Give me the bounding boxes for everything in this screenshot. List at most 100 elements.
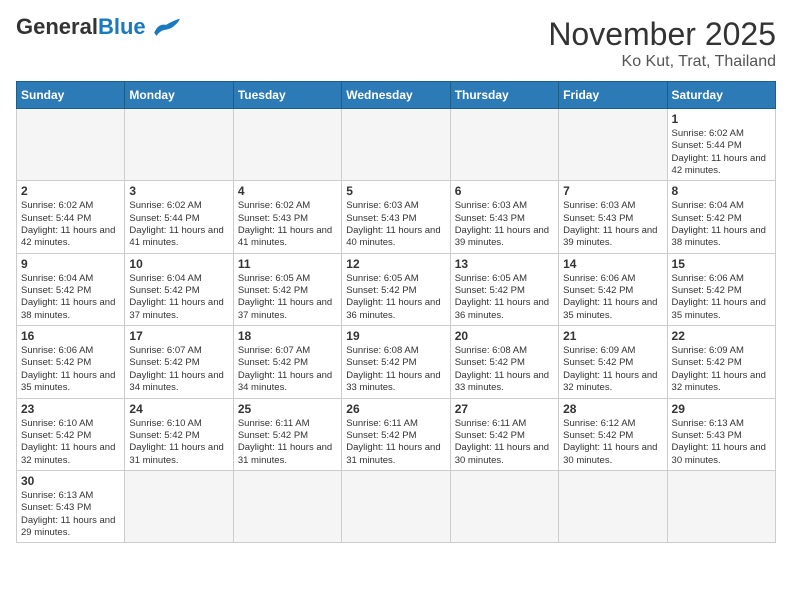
day-number: 5 bbox=[346, 184, 445, 198]
day-number: 24 bbox=[129, 402, 228, 416]
calendar-day-cell: 2 Sunrise: 6:02 AMSunset: 5:44 PMDaylight… bbox=[17, 181, 125, 253]
calendar-day-cell: 21 Sunrise: 6:09 AMSunset: 5:42 PMDayligh… bbox=[559, 326, 667, 398]
day-info: Sunrise: 6:06 AMSunset: 5:42 PMDaylight:… bbox=[563, 273, 662, 322]
day-info: Sunrise: 6:11 AMSunset: 5:42 PMDaylight:… bbox=[346, 418, 445, 467]
calendar-day-cell: 10Sunrise: 6:04 AMSunset: 5:42 PMDayligh… bbox=[125, 253, 233, 325]
day-number: 6 bbox=[455, 184, 554, 198]
calendar-day-cell: 14 Sunrise: 6:06 AMSunset: 5:42 PMDayligh… bbox=[559, 253, 667, 325]
calendar-week-row: 1Sunrise: 6:02 AMSunset: 5:44 PMDaylight… bbox=[17, 109, 776, 181]
day-info: Sunrise: 6:08 AMSunset: 5:42 PMDaylight:… bbox=[346, 345, 445, 394]
calendar-day-cell bbox=[450, 109, 558, 181]
calendar-header-thursday: Thursday bbox=[450, 82, 558, 109]
calendar-day-cell: 17Sunrise: 6:07 AMSunset: 5:42 PMDayligh… bbox=[125, 326, 233, 398]
calendar-day-cell: 18 Sunrise: 6:07 AMSunset: 5:42 PMDayligh… bbox=[233, 326, 341, 398]
day-number: 8 bbox=[672, 184, 771, 198]
day-number: 17 bbox=[129, 329, 228, 343]
title-section: November 2025 Ko Kut, Trat, Thailand bbox=[548, 16, 776, 71]
day-number: 26 bbox=[346, 402, 445, 416]
day-info: Sunrise: 6:04 AMSunset: 5:42 PMDaylight:… bbox=[129, 273, 228, 322]
day-info: Sunrise: 6:04 AMSunset: 5:42 PMDaylight:… bbox=[672, 200, 771, 249]
day-number: 30 bbox=[21, 474, 120, 488]
day-number: 2 bbox=[21, 184, 120, 198]
calendar-header-monday: Monday bbox=[125, 82, 233, 109]
calendar-day-cell: 7 Sunrise: 6:03 AMSunset: 5:43 PMDaylight… bbox=[559, 181, 667, 253]
day-info: Sunrise: 6:12 AMSunset: 5:42 PMDaylight:… bbox=[563, 418, 662, 467]
calendar-day-cell: 19 Sunrise: 6:08 AMSunset: 5:42 PMDayligh… bbox=[342, 326, 450, 398]
day-info: Sunrise: 6:03 AMSunset: 5:43 PMDaylight:… bbox=[563, 200, 662, 249]
calendar-table: SundayMondayTuesdayWednesdayThursdayFrid… bbox=[16, 81, 776, 543]
calendar-day-cell: 24 Sunrise: 6:10 AMSunset: 5:42 PMDayligh… bbox=[125, 398, 233, 470]
calendar-day-cell: 23 Sunrise: 6:10 AMSunset: 5:42 PMDayligh… bbox=[17, 398, 125, 470]
calendar-header-tuesday: Tuesday bbox=[233, 82, 341, 109]
calendar-day-cell: 16Sunrise: 6:06 AMSunset: 5:42 PMDayligh… bbox=[17, 326, 125, 398]
day-number: 16 bbox=[21, 329, 120, 343]
month-title: November 2025 bbox=[548, 16, 776, 53]
day-number: 12 bbox=[346, 257, 445, 271]
calendar-day-cell: 13 Sunrise: 6:05 AMSunset: 5:42 PMDayligh… bbox=[450, 253, 558, 325]
day-info: Sunrise: 6:11 AMSunset: 5:42 PMDaylight:… bbox=[455, 418, 554, 467]
day-number: 9 bbox=[21, 257, 120, 271]
calendar-day-cell bbox=[17, 109, 125, 181]
day-info: Sunrise: 6:08 AMSunset: 5:42 PMDaylight:… bbox=[455, 345, 554, 394]
day-number: 3 bbox=[129, 184, 228, 198]
day-number: 7 bbox=[563, 184, 662, 198]
calendar-day-cell bbox=[233, 109, 341, 181]
day-number: 4 bbox=[238, 184, 337, 198]
day-number: 23 bbox=[21, 402, 120, 416]
day-number: 27 bbox=[455, 402, 554, 416]
calendar-day-cell: 22 Sunrise: 6:09 AMSunset: 5:42 PMDayligh… bbox=[667, 326, 775, 398]
location: Ko Kut, Trat, Thailand bbox=[548, 53, 776, 71]
calendar-day-cell: 15 Sunrise: 6:06 AMSunset: 5:42 PMDayligh… bbox=[667, 253, 775, 325]
day-info: Sunrise: 6:02 AMSunset: 5:44 PMDaylight:… bbox=[672, 128, 771, 177]
calendar-header-wednesday: Wednesday bbox=[342, 82, 450, 109]
logo-general: General bbox=[16, 14, 98, 39]
calendar-week-row: 23 Sunrise: 6:10 AMSunset: 5:42 PMDayligh… bbox=[17, 398, 776, 470]
calendar-week-row: 9 Sunrise: 6:04 AMSunset: 5:42 PMDaylight… bbox=[17, 253, 776, 325]
calendar-day-cell: 4Sunrise: 6:02 AMSunset: 5:43 PMDaylight… bbox=[233, 181, 341, 253]
day-info: Sunrise: 6:03 AMSunset: 5:43 PMDaylight:… bbox=[346, 200, 445, 249]
calendar-day-cell: 9 Sunrise: 6:04 AMSunset: 5:42 PMDaylight… bbox=[17, 253, 125, 325]
day-number: 13 bbox=[455, 257, 554, 271]
day-number: 29 bbox=[672, 402, 771, 416]
day-number: 22 bbox=[672, 329, 771, 343]
day-number: 14 bbox=[563, 257, 662, 271]
day-number: 28 bbox=[563, 402, 662, 416]
day-number: 18 bbox=[238, 329, 337, 343]
calendar-day-cell bbox=[450, 470, 558, 542]
calendar-header-sunday: Sunday bbox=[17, 82, 125, 109]
day-info: Sunrise: 6:10 AMSunset: 5:42 PMDaylight:… bbox=[21, 418, 120, 467]
calendar-day-cell bbox=[342, 109, 450, 181]
calendar-day-cell: 28 Sunrise: 6:12 AMSunset: 5:42 PMDayligh… bbox=[559, 398, 667, 470]
day-info: Sunrise: 6:05 AMSunset: 5:42 PMDaylight:… bbox=[238, 273, 337, 322]
calendar-header-friday: Friday bbox=[559, 82, 667, 109]
calendar-header-row: SundayMondayTuesdayWednesdayThursdayFrid… bbox=[17, 82, 776, 109]
day-number: 15 bbox=[672, 257, 771, 271]
page-header: GeneralBlue November 2025 Ko Kut, Trat, … bbox=[16, 16, 776, 71]
calendar-day-cell: 5 Sunrise: 6:03 AMSunset: 5:43 PMDaylight… bbox=[342, 181, 450, 253]
day-info: Sunrise: 6:09 AMSunset: 5:42 PMDaylight:… bbox=[563, 345, 662, 394]
day-info: Sunrise: 6:06 AMSunset: 5:42 PMDaylight:… bbox=[672, 273, 771, 322]
day-info: Sunrise: 6:07 AMSunset: 5:42 PMDaylight:… bbox=[238, 345, 337, 394]
logo-bird-icon bbox=[150, 17, 182, 39]
calendar-week-row: 2 Sunrise: 6:02 AMSunset: 5:44 PMDaylight… bbox=[17, 181, 776, 253]
day-info: Sunrise: 6:05 AMSunset: 5:42 PMDaylight:… bbox=[455, 273, 554, 322]
day-info: Sunrise: 6:02 AMSunset: 5:44 PMDaylight:… bbox=[21, 200, 120, 249]
day-info: Sunrise: 6:02 AMSunset: 5:44 PMDaylight:… bbox=[129, 200, 228, 249]
day-info: Sunrise: 6:09 AMSunset: 5:42 PMDaylight:… bbox=[672, 345, 771, 394]
day-number: 19 bbox=[346, 329, 445, 343]
day-info: Sunrise: 6:11 AMSunset: 5:42 PMDaylight:… bbox=[238, 418, 337, 467]
day-number: 25 bbox=[238, 402, 337, 416]
calendar-day-cell bbox=[559, 470, 667, 542]
calendar-day-cell: 1Sunrise: 6:02 AMSunset: 5:44 PMDaylight… bbox=[667, 109, 775, 181]
calendar-day-cell: 30Sunrise: 6:13 AMSunset: 5:43 PMDayligh… bbox=[17, 470, 125, 542]
calendar-day-cell: 25 Sunrise: 6:11 AMSunset: 5:42 PMDayligh… bbox=[233, 398, 341, 470]
day-number: 21 bbox=[563, 329, 662, 343]
calendar-week-row: 30Sunrise: 6:13 AMSunset: 5:43 PMDayligh… bbox=[17, 470, 776, 542]
calendar-day-cell: 3 Sunrise: 6:02 AMSunset: 5:44 PMDaylight… bbox=[125, 181, 233, 253]
day-info: Sunrise: 6:10 AMSunset: 5:42 PMDaylight:… bbox=[129, 418, 228, 467]
day-info: Sunrise: 6:04 AMSunset: 5:42 PMDaylight:… bbox=[21, 273, 120, 322]
day-info: Sunrise: 6:13 AMSunset: 5:43 PMDaylight:… bbox=[672, 418, 771, 467]
calendar-day-cell: 20Sunrise: 6:08 AMSunset: 5:42 PMDayligh… bbox=[450, 326, 558, 398]
calendar-header-saturday: Saturday bbox=[667, 82, 775, 109]
calendar-day-cell: 27 Sunrise: 6:11 AMSunset: 5:42 PMDayligh… bbox=[450, 398, 558, 470]
